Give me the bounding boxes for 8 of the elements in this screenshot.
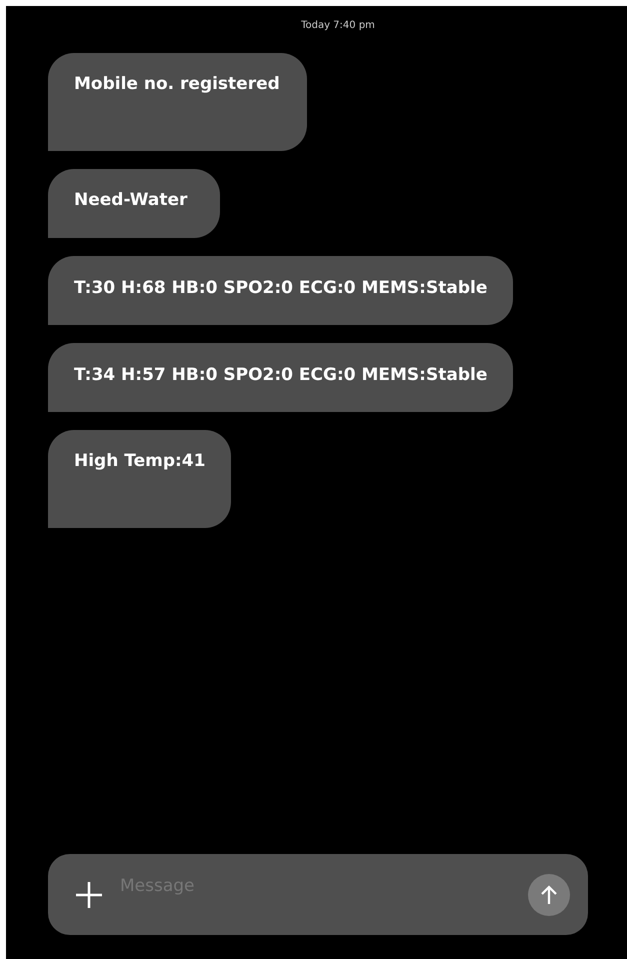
timestamp: Today 7:40 pm xyxy=(301,20,375,31)
arrow-up-icon xyxy=(539,884,559,906)
send-button[interactable] xyxy=(528,874,570,916)
message-bubble: High Temp:41 xyxy=(48,430,232,528)
message-bubble: T:34 H:57 HB:0 SPO2:0 ECG:0 MEMS:Stable xyxy=(48,343,514,412)
message-bubble: Mobile no. registered xyxy=(48,53,307,151)
message-bubble: Need-Water xyxy=(48,169,220,238)
message-bubble: T:30 H:68 HB:0 SPO2:0 ECG:0 MEMS:Stable xyxy=(48,256,514,325)
